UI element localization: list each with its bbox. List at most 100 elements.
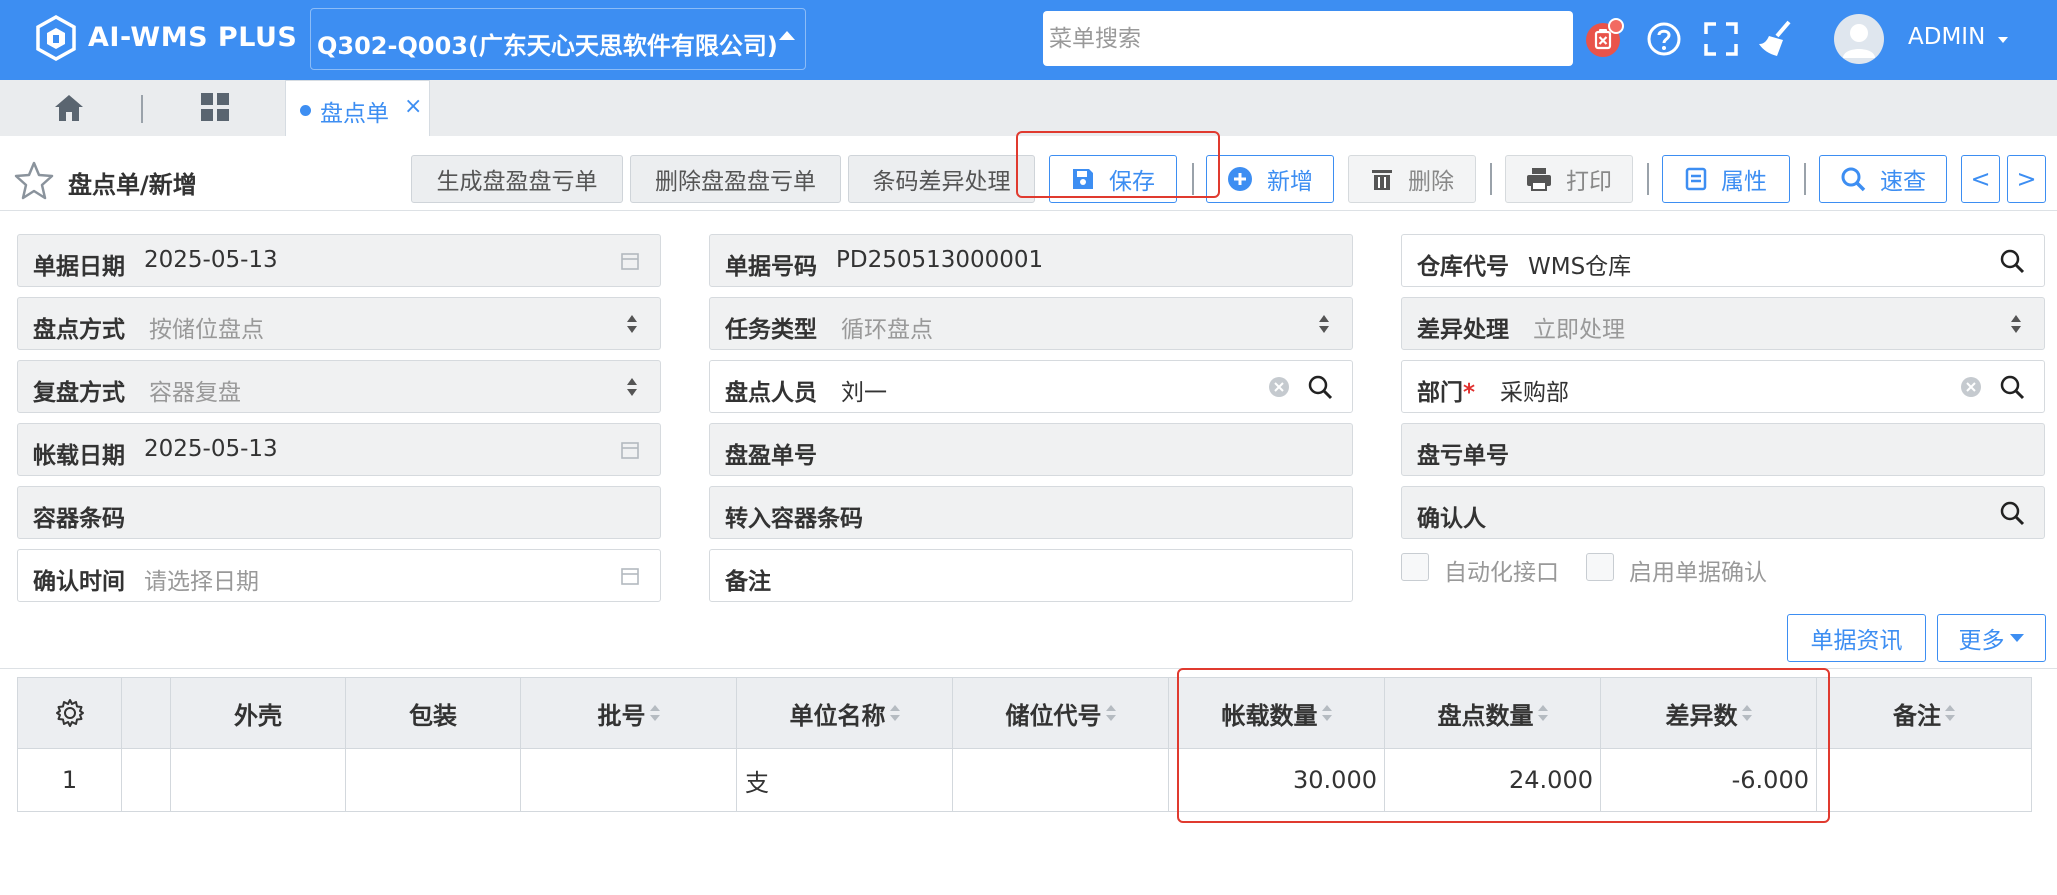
- enable-confirm-checkbox[interactable]: [1586, 553, 1614, 581]
- caret-down-icon[interactable]: [1998, 37, 2008, 43]
- updown-arrows-icon: [627, 378, 637, 396]
- recount-method-label: 复盘方式: [33, 380, 125, 406]
- tab-stocktake[interactable]: 盘点单 ×: [285, 80, 430, 136]
- unit-cell[interactable]: 支: [737, 749, 953, 811]
- search-icon[interactable]: [1998, 499, 2026, 527]
- settings-cell[interactable]: [18, 678, 122, 748]
- recount-method-select[interactable]: 复盘方式 容器复盘: [17, 360, 661, 413]
- auto-interface-checkbox[interactable]: [1401, 553, 1429, 581]
- department-value: 采购部: [1500, 380, 1569, 406]
- tab-label: 盘点单: [320, 101, 389, 127]
- prev-record-button[interactable]: <: [1961, 155, 2000, 203]
- loss-no-field[interactable]: 盘亏单号: [1401, 423, 2045, 476]
- clear-icon[interactable]: [1268, 376, 1290, 398]
- notification-icon[interactable]: [1583, 18, 1625, 60]
- remark-cell[interactable]: [1817, 749, 2031, 811]
- col-remark-label: 备注: [1893, 701, 1941, 730]
- barcode-diff-button[interactable]: 条码差异处理: [848, 155, 1035, 203]
- confirmer-field[interactable]: 确认人: [1401, 486, 2045, 539]
- company-select[interactable]: Q302-Q003(广东天心天思软件有限公司): [310, 8, 806, 70]
- add-button[interactable]: 新增: [1206, 155, 1334, 203]
- calendar-icon[interactable]: [620, 440, 640, 460]
- next-record-button[interactable]: >: [2007, 155, 2046, 203]
- clean-icon[interactable]: [1755, 18, 1797, 60]
- delete-profit-loss-button[interactable]: 删除盘盈盘亏单: [630, 155, 841, 203]
- location-cell[interactable]: [953, 749, 1169, 811]
- search-icon[interactable]: [1998, 373, 2026, 401]
- sort-icon[interactable]: [1945, 703, 1955, 723]
- calendar-icon[interactable]: [620, 251, 640, 271]
- document-list-icon: [1685, 167, 1707, 191]
- menu-search-input[interactable]: [1043, 11, 1573, 66]
- help-icon[interactable]: [1643, 18, 1685, 60]
- col-header-unit[interactable]: 单位名称: [737, 678, 953, 748]
- doc-info-button[interactable]: 单据资讯: [1787, 614, 1926, 662]
- sort-icon[interactable]: [889, 703, 900, 723]
- doc-no-field[interactable]: 单据号码 PD250513000001: [709, 234, 1353, 287]
- counter-field[interactable]: 盘点人员 刘一: [709, 360, 1353, 413]
- fullscreen-icon[interactable]: [1700, 18, 1742, 60]
- highlight-quantities-annotation: [1177, 668, 1830, 823]
- book-date-value: 2025-05-13: [144, 436, 278, 462]
- options-row: 自动化接口 启用单据确认: [1401, 553, 1801, 586]
- sort-icon[interactable]: [1105, 703, 1116, 723]
- gear-icon[interactable]: [55, 698, 85, 728]
- shell-cell[interactable]: [171, 749, 346, 811]
- book-date-field[interactable]: 帐载日期 2025-05-13: [17, 423, 661, 476]
- book-date-label: 帐载日期: [33, 443, 125, 469]
- sort-icon[interactable]: [649, 703, 660, 723]
- close-icon[interactable]: ×: [404, 94, 422, 119]
- confirm-time-field[interactable]: 确认时间 请选择日期: [17, 549, 661, 602]
- avatar[interactable]: [1834, 14, 1884, 64]
- clear-icon[interactable]: [1960, 376, 1982, 398]
- col-unit-label: 单位名称: [789, 701, 886, 730]
- container-barcode-field[interactable]: 容器条码: [17, 486, 661, 539]
- task-type-value: 循环盘点: [841, 317, 933, 343]
- search-icon: [1841, 167, 1866, 192]
- col-pack-label: 包装: [409, 701, 457, 730]
- col-header-pack[interactable]: 包装: [346, 678, 521, 748]
- department-field[interactable]: 部门* 采购部: [1401, 360, 2045, 413]
- page-title: 盘点单/新增: [68, 171, 197, 199]
- counter-value: 刘一: [841, 380, 887, 406]
- quick-search-button[interactable]: 速查: [1819, 155, 1947, 203]
- print-button[interactable]: 打印: [1505, 155, 1633, 203]
- remark-field[interactable]: 备注: [709, 549, 1353, 602]
- count-method-label: 盘点方式: [33, 317, 125, 343]
- row-number: 1: [18, 749, 122, 811]
- barcode-diff-label: 条码差异处理: [872, 169, 1011, 195]
- delete-button[interactable]: 删除: [1348, 155, 1476, 203]
- printer-icon: [1527, 168, 1551, 191]
- col-header-location[interactable]: 储位代号: [953, 678, 1169, 748]
- confirmer-label: 确认人: [1417, 506, 1486, 532]
- count-method-value: 按储位盘点: [149, 317, 264, 343]
- col-header-batch[interactable]: 批号: [521, 678, 737, 748]
- col-header-shell[interactable]: 外壳: [171, 678, 346, 748]
- home-icon[interactable]: [52, 92, 86, 124]
- properties-button[interactable]: 属性: [1662, 155, 1790, 203]
- transfer-container-field[interactable]: 转入容器条码: [709, 486, 1353, 539]
- doc-date-field[interactable]: 单据日期 2025-05-13: [17, 234, 661, 287]
- task-type-select[interactable]: 任务类型 循环盘点: [709, 297, 1353, 350]
- chevron-right-icon: >: [2016, 165, 2037, 193]
- quick-search-label: 速查: [1880, 169, 1926, 195]
- count-method-select[interactable]: 盘点方式 按储位盘点: [17, 297, 661, 350]
- diff-handling-select[interactable]: 差异处理 立即处理: [1401, 297, 2045, 350]
- search-icon[interactable]: [1998, 247, 2026, 275]
- batch-cell[interactable]: [521, 749, 737, 811]
- pack-cell[interactable]: [346, 749, 521, 811]
- calendar-icon[interactable]: [620, 566, 640, 586]
- search-icon[interactable]: [1306, 373, 1334, 401]
- generate-profit-loss-button[interactable]: 生成盘盈盘亏单: [411, 155, 623, 203]
- tab-divider: [141, 95, 143, 123]
- profit-no-field[interactable]: 盘盈单号: [709, 423, 1353, 476]
- properties-label: 属性: [1721, 169, 1767, 195]
- favorite-star-icon[interactable]: [14, 160, 54, 200]
- user-name[interactable]: ADMIN: [1908, 24, 1985, 50]
- col-header-remark[interactable]: 备注: [1817, 678, 2031, 748]
- updown-arrows-icon: [1319, 315, 1329, 333]
- plus-circle-icon: [1228, 167, 1252, 191]
- grid-menu-icon[interactable]: [200, 92, 230, 122]
- more-button[interactable]: 更多: [1937, 614, 2046, 662]
- warehouse-field[interactable]: 仓库代号 WMS仓库: [1401, 234, 2045, 287]
